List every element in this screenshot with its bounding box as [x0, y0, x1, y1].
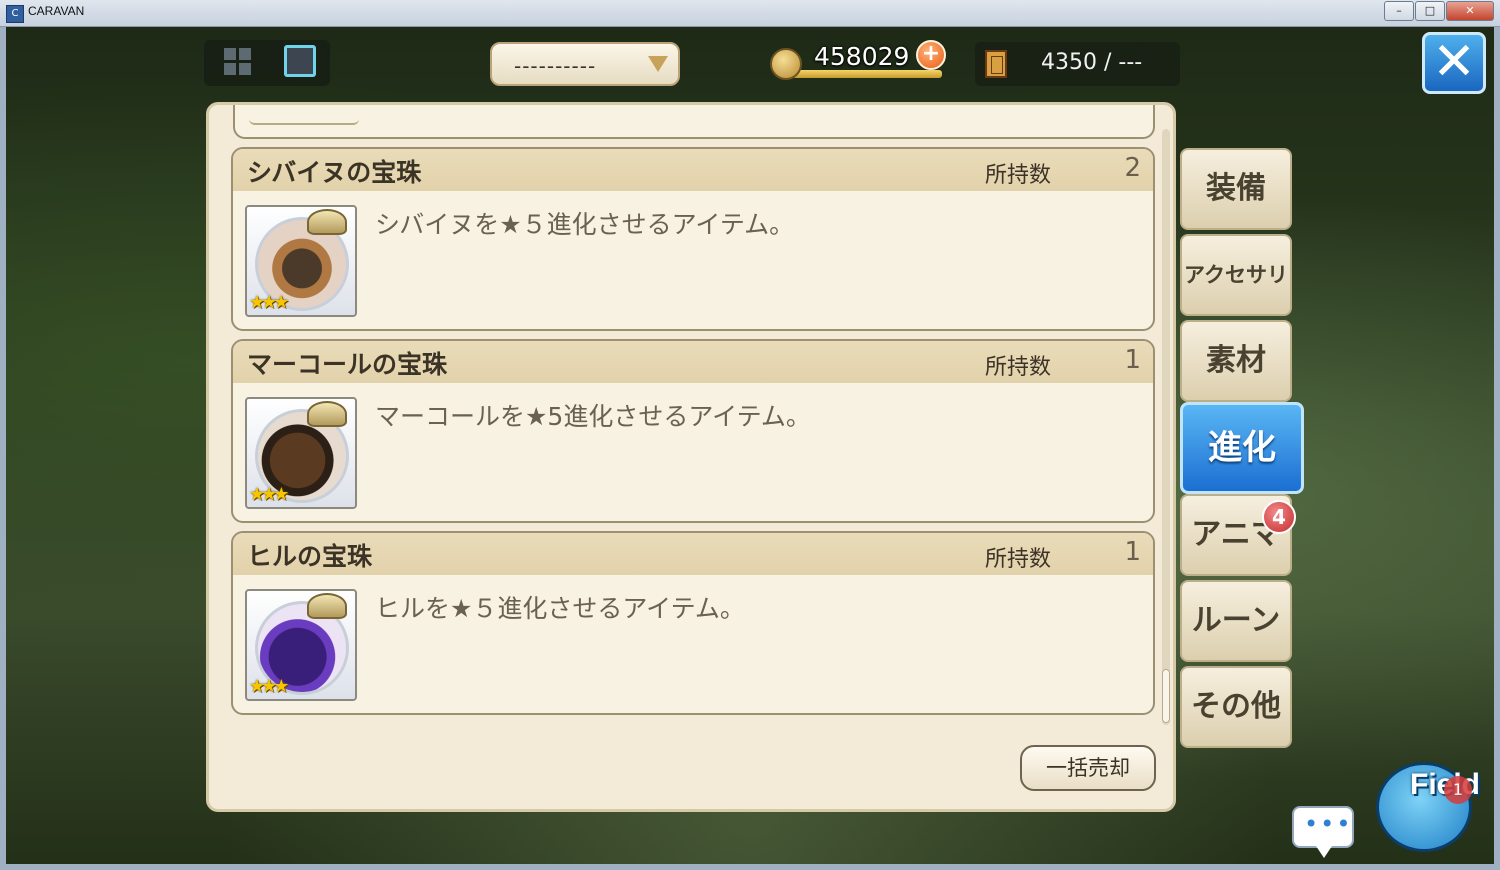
owned-count: 1: [1124, 345, 1141, 375]
item-list-panel: シバイヌの宝珠 所持数 2 ★★★ シバイヌを★５進化させるアイテム。 マーコー…: [206, 102, 1176, 812]
item-thumbnail[interactable]: ★★★: [245, 397, 357, 509]
item-card[interactable]: マーコールの宝珠 所持数 1 ★★★ マーコールを★5進化させるアイテム。: [231, 339, 1155, 523]
item-name: シバイヌの宝珠: [247, 158, 422, 187]
orb-cap-icon: [307, 593, 347, 619]
bulk-sell-button[interactable]: 一括売却: [1020, 745, 1156, 791]
item-header: シバイヌの宝珠 所持数 2: [233, 149, 1153, 191]
orb-cap-icon: [307, 401, 347, 427]
window-title: CARAVAN: [28, 4, 85, 18]
item-description: ヒルを★５進化させるアイテム。: [375, 594, 745, 623]
window-titlebar: C CARAVAN – □ ✕: [0, 0, 1500, 27]
list-scrollbar[interactable]: [1162, 129, 1170, 725]
owned-label: 所持数: [985, 547, 1052, 572]
close-button[interactable]: ✕: [1422, 32, 1486, 94]
window-close-button[interactable]: ✕: [1446, 1, 1494, 21]
chat-button[interactable]: •••: [1292, 806, 1354, 858]
field-button[interactable]: Field 1: [1362, 748, 1492, 866]
item-header: マーコールの宝珠 所持数 1: [233, 341, 1153, 383]
item-name: ヒルの宝珠: [247, 542, 373, 571]
view-mode-toggle: [204, 40, 330, 86]
scrollbar-thumb[interactable]: [1162, 669, 1170, 723]
tab-equipment[interactable]: 装備: [1180, 148, 1292, 230]
item-thumbnail[interactable]: ★★★: [245, 589, 357, 701]
tab-evolution[interactable]: 進化: [1180, 402, 1304, 494]
inventory-capacity: 4350 / ---: [975, 42, 1180, 86]
item-card[interactable]: ヒルの宝珠 所持数 1 ★★★ ヒルを★５進化させるアイテム。: [231, 531, 1155, 715]
gold-coin-icon: [770, 48, 802, 80]
anima-notification-badge: 4: [1262, 500, 1296, 534]
add-gold-button[interactable]: +: [916, 40, 946, 70]
gold-bar: [792, 70, 942, 78]
app-icon: C: [6, 5, 24, 23]
chevron-down-icon: [648, 56, 668, 72]
owned-count: 2: [1124, 153, 1141, 183]
owned-label: 所持数: [985, 355, 1052, 380]
storage-icon: [985, 50, 1007, 78]
filter-dropdown-value: ----------: [514, 54, 597, 78]
star-rating: ★★★: [249, 676, 289, 697]
field-badge: 1: [1444, 776, 1472, 804]
previous-item-edge: [233, 105, 1155, 139]
tab-other[interactable]: その他: [1180, 666, 1292, 748]
grid-view-icon[interactable]: [224, 48, 252, 76]
gold-amount: 458029: [814, 42, 910, 71]
window-controls: – □ ✕: [1384, 1, 1494, 21]
orb-cap-icon: [307, 209, 347, 235]
filter-dropdown[interactable]: ----------: [490, 42, 680, 86]
item-name: マーコールの宝珠: [247, 350, 448, 379]
star-rating: ★★★: [249, 292, 289, 313]
item-thumbnail[interactable]: ★★★: [245, 205, 357, 317]
tab-material[interactable]: 素材: [1180, 320, 1292, 402]
minimize-button[interactable]: –: [1384, 1, 1414, 21]
item-card[interactable]: シバイヌの宝珠 所持数 2 ★★★ シバイヌを★５進化させるアイテム。: [231, 147, 1155, 331]
item-description: マーコールを★5進化させるアイテム。: [375, 402, 811, 431]
tab-accessory[interactable]: アクセサリ: [1180, 234, 1292, 316]
window-frame-right: [1494, 27, 1500, 870]
chat-dots-icon: •••: [1304, 810, 1353, 838]
maximize-button[interactable]: □: [1415, 1, 1445, 21]
owned-count: 1: [1124, 537, 1141, 567]
item-header: ヒルの宝珠 所持数 1: [233, 533, 1153, 575]
list-view-icon[interactable]: [284, 45, 316, 77]
tab-rune[interactable]: ルーン: [1180, 580, 1292, 662]
capacity-value: 4350 / ---: [1041, 50, 1143, 75]
owned-label: 所持数: [985, 163, 1052, 188]
item-description: シバイヌを★５進化させるアイテム。: [375, 210, 795, 239]
star-rating: ★★★: [249, 484, 289, 505]
gold-display: 458029 +: [770, 40, 950, 84]
window-frame-bottom: [0, 864, 1500, 870]
